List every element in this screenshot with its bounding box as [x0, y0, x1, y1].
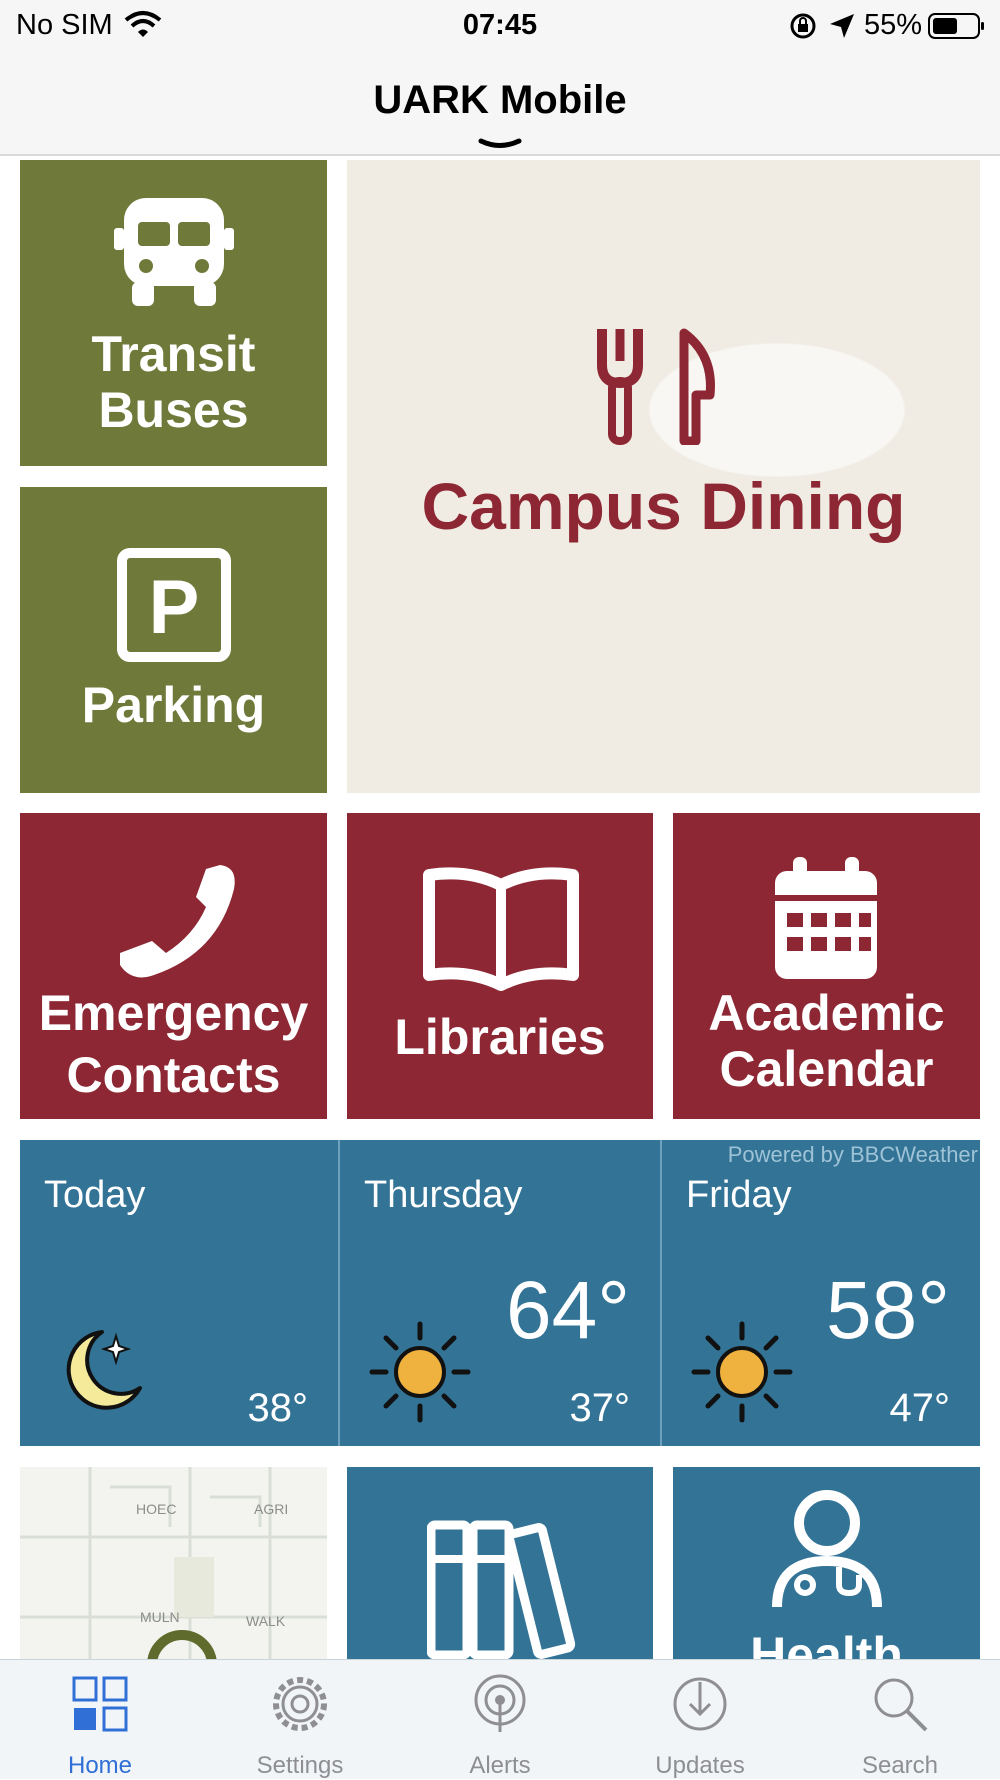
academic-calendar-tile[interactable]: Academic Calendar	[673, 813, 980, 1119]
battery-percent: 55%	[864, 9, 923, 41]
gear-icon	[273, 1677, 327, 1731]
sun-icon	[691, 1321, 793, 1423]
sun-icon	[369, 1321, 471, 1423]
weather-high-temp: 64°	[505, 1265, 630, 1356]
magnifier-icon	[874, 1678, 928, 1732]
parking-tile[interactable]: P Parking	[20, 487, 327, 793]
orientation-lock-icon	[790, 13, 816, 39]
transit-buses-tile[interactable]: Transit Buses	[20, 160, 327, 466]
campus-dining-tile[interactable]: Campus Dining	[347, 160, 980, 793]
tab-home[interactable]: Home	[0, 1660, 200, 1779]
location-arrow-icon	[830, 14, 854, 38]
doctor-icon	[772, 1490, 882, 1608]
health-tile[interactable]: Health	[673, 1467, 980, 1659]
map-label: AGRI	[254, 1501, 289, 1517]
tab-updates[interactable]: Updates	[600, 1660, 800, 1779]
weather-day-label: Thursday	[364, 1174, 523, 1216]
svg-text:P: P	[149, 565, 200, 650]
tab-settings[interactable]: Settings	[200, 1660, 400, 1779]
tab-label: Alerts	[469, 1752, 531, 1779]
chevron-down-icon[interactable]	[478, 138, 522, 152]
books-icon	[427, 1520, 576, 1659]
fork-knife-icon	[597, 328, 715, 445]
libraries-tile[interactable]: Libraries	[347, 813, 653, 1119]
parking-icon: P	[117, 548, 231, 662]
map-label: WALK	[246, 1613, 286, 1629]
weather-low-temp: 47°	[889, 1386, 951, 1430]
emergency-label-line2: Contacts	[66, 1047, 281, 1103]
tab-bar: Home Settings Alerts Updates Search	[0, 1659, 1000, 1779]
emergency-label-line1: Emergency	[38, 985, 309, 1041]
page-title: UARK Mobile	[373, 78, 627, 122]
phone-icon	[120, 865, 235, 978]
campus-map-tile[interactable]: HOEC AGRI MULN WALK	[20, 1467, 327, 1659]
status-bar: No SIM 07:45 55%	[0, 0, 1000, 52]
weather-day-thursday: Thursday 64° 37°	[340, 1140, 660, 1446]
bus-icon	[114, 198, 234, 306]
emergency-contacts-tile[interactable]: Emergency Contacts	[20, 813, 327, 1119]
tab-alerts[interactable]: Alerts	[400, 1660, 600, 1779]
transit-buses-label: Transit Buses	[91, 326, 256, 438]
map-label: MULN	[140, 1609, 180, 1625]
tab-label: Search	[861, 1752, 939, 1779]
download-icon	[673, 1677, 727, 1731]
weather-high-temp: 58°	[825, 1265, 950, 1356]
weather-day-label: Friday	[686, 1174, 792, 1216]
parking-label: Parking	[81, 677, 266, 733]
health-label: Health	[750, 1627, 903, 1659]
grid-icon	[72, 1676, 128, 1732]
battery-icon	[928, 13, 984, 39]
weather-day-today: Today 38°	[20, 1140, 338, 1446]
moon-icon	[66, 1330, 142, 1410]
tab-search[interactable]: Search	[800, 1660, 1000, 1779]
calendar-label-line2: Calendar	[719, 1041, 934, 1097]
tab-label: Settings	[256, 1752, 344, 1779]
course-books-tile[interactable]	[347, 1467, 653, 1659]
calendar-label-line1: Academic	[708, 985, 945, 1041]
weather-widget[interactable]: Powered by BBCWeather Today 38° Thursday…	[20, 1140, 980, 1446]
map-label: HOEC	[136, 1501, 177, 1517]
open-book-icon	[423, 867, 579, 991]
calendar-icon	[775, 857, 877, 979]
tab-label: Updates	[655, 1752, 745, 1779]
broadcast-icon	[474, 1674, 526, 1732]
tab-label: Home	[67, 1752, 133, 1779]
weather-day-friday: Friday 58° 47°	[662, 1140, 980, 1446]
weather-low-temp: 37°	[569, 1386, 631, 1430]
weather-low-temp: 38°	[247, 1386, 309, 1430]
campus-dining-label: Campus Dining	[421, 469, 906, 543]
libraries-label: Libraries	[394, 1009, 606, 1065]
nav-bar: UARK Mobile	[0, 52, 1000, 156]
map-streets	[20, 1467, 327, 1659]
weather-day-label: Today	[44, 1174, 146, 1216]
